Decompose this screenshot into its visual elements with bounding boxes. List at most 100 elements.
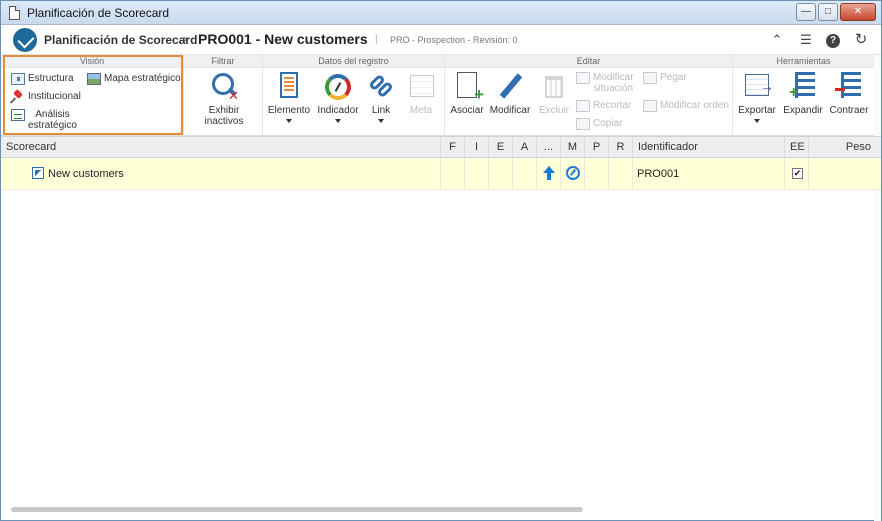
caret-down-icon [335, 119, 341, 123]
exhibir-inactivos-button[interactable]: ✕ Exhibir inactivos [190, 70, 258, 134]
pegar-button[interactable]: Pegar [643, 72, 687, 84]
col-header-e[interactable]: E [488, 137, 512, 158]
expandir-label: Expandir [783, 105, 823, 116]
col-header-m[interactable]: M [560, 137, 584, 158]
col-header-peso[interactable]: Peso [808, 137, 874, 158]
maximize-button[interactable]: □ [818, 3, 838, 21]
col-header-a[interactable]: A [512, 137, 536, 158]
gauge-icon [324, 72, 352, 100]
trash-icon [540, 72, 568, 100]
compass-icon [566, 166, 580, 180]
asociar-button[interactable]: Asociar [447, 70, 487, 134]
table-row[interactable]: New customers PRO001 ✔ [1, 158, 881, 190]
col-header-i[interactable]: I [464, 137, 488, 158]
chevron-right-icon: › [183, 31, 188, 46]
collapse-tree-icon [835, 72, 863, 100]
group-filtrar: Filtrar ✕ Exhibir inactivos [184, 55, 263, 136]
excluir-button[interactable]: Excluir [535, 70, 573, 134]
cell-p [584, 158, 608, 190]
row-scorecard-name: New customers [48, 168, 124, 180]
caret-down-icon [378, 119, 384, 123]
col-header-scorecard[interactable]: Scorecard [1, 137, 440, 158]
ribbon-toolbar: Visión Estructura Mapa estratégico Insti… [1, 55, 881, 136]
modificar-orden-button[interactable]: Modificar orden [643, 100, 729, 112]
list-icon[interactable]: ☰ [798, 33, 814, 49]
asociar-label: Asociar [450, 105, 484, 116]
refresh-icon[interactable]: ↻ [853, 32, 869, 49]
modificar-situacion-button[interactable]: Modificar situación [576, 72, 634, 94]
pegar-label: Pegar [660, 72, 687, 83]
modificar-situacion-line1: Modificar [593, 72, 634, 83]
mapa-estrategico-button[interactable]: Mapa estratégico [87, 73, 181, 85]
group-title-editar: Editar [445, 55, 732, 68]
estructura-label: Estructura [28, 73, 74, 84]
status-icon [576, 72, 590, 84]
help-icon[interactable]: ? [826, 34, 840, 48]
col-header-p[interactable]: P [584, 137, 608, 158]
group-herramientas: Herramientas Exportar + Expandir Contrae… [733, 55, 874, 136]
map-icon [87, 73, 101, 85]
expandir-button[interactable]: + Expandir [781, 70, 825, 134]
window-title: Planificación de Scorecard [27, 6, 170, 20]
contraer-button[interactable]: Contraer [827, 70, 871, 134]
order-icon [643, 100, 657, 112]
row-identificador: PRO001 [637, 168, 680, 180]
indicador-button[interactable]: Indicador [313, 70, 363, 134]
link-button[interactable]: Link [357, 70, 405, 134]
structure-icon [11, 73, 25, 85]
modificar-situacion-line2: situación [593, 83, 634, 94]
pencil-icon [496, 72, 524, 100]
ee-checkbox[interactable]: ✔ [792, 168, 803, 179]
modificar-button[interactable]: Modificar [489, 70, 531, 134]
analysis-icon [11, 109, 25, 121]
indicador-label: Indicador [317, 105, 359, 116]
modificar-situacion-label: Modificar situación [593, 72, 634, 94]
cell-i [464, 158, 488, 190]
expand-tree-icon: + [789, 72, 817, 101]
excluir-label: Excluir [538, 105, 569, 116]
cell-r [608, 158, 632, 190]
institucional-label: Institucional [28, 91, 81, 102]
exportar-button[interactable]: Exportar [735, 70, 779, 134]
app-logo-icon [13, 28, 37, 52]
recortar-label: Recortar [593, 100, 632, 111]
group-title-filtrar: Filtrar [184, 55, 262, 68]
close-button[interactable]: ✕ [840, 3, 876, 21]
meta-button[interactable]: Meta [401, 70, 441, 134]
contraer-label: Contraer [829, 105, 869, 116]
copiar-button[interactable]: Copiar [576, 118, 622, 130]
app-name[interactable]: Planificación de Scorecard [44, 33, 197, 47]
estructura-button[interactable]: Estructura [11, 73, 74, 85]
elemento-label: Elemento [267, 105, 311, 116]
pin-icon [11, 91, 25, 103]
group-datos-registro: Datos del registro Elemento Indicador Li… [263, 55, 445, 136]
elemento-button[interactable]: Elemento [263, 70, 315, 134]
link-icon [367, 72, 395, 100]
col-header-f[interactable]: F [440, 137, 464, 158]
copiar-label: Copiar [593, 118, 623, 129]
group-title-herramientas: Herramientas [733, 55, 874, 68]
modificar-label: Modificar [489, 105, 531, 116]
institucional-button[interactable]: Institucional [11, 91, 81, 103]
scissors-icon [576, 100, 590, 112]
modificar-orden-label: Modificar orden [660, 100, 729, 111]
analisis-label-line2: estratégico [28, 120, 77, 131]
group-title-vision: Visión [1, 55, 183, 68]
horizontal-scrollbar[interactable] [11, 507, 583, 512]
col-header-identificador[interactable]: Identificador [632, 137, 784, 158]
app-window: Planificación de Scorecard — □ ✕ Planifi… [0, 0, 882, 521]
scorecard-grid: Scorecard F I E A ... M P R Identificado… [1, 136, 881, 521]
mapa-estrategico-label: Mapa estratégico [104, 73, 181, 84]
col-header-more[interactable]: ... [536, 137, 560, 158]
record-subtitle: PRO - Prospection - Revisión: 0 [390, 35, 518, 45]
collapse-up-icon[interactable]: ⌃ [769, 33, 785, 49]
col-header-ee[interactable]: EE [784, 137, 808, 158]
analisis-estrategico-button[interactable]: Análisis estratégico [11, 109, 77, 131]
analisis-label-line1: Análisis [35, 109, 70, 120]
copy-icon [576, 118, 590, 130]
cell-peso [808, 158, 874, 190]
exhibir-inactivos-label: Exhibir inactivos [204, 105, 244, 127]
recortar-button[interactable]: Recortar [576, 100, 631, 112]
col-header-r[interactable]: R [608, 137, 632, 158]
minimize-button[interactable]: — [796, 3, 816, 21]
